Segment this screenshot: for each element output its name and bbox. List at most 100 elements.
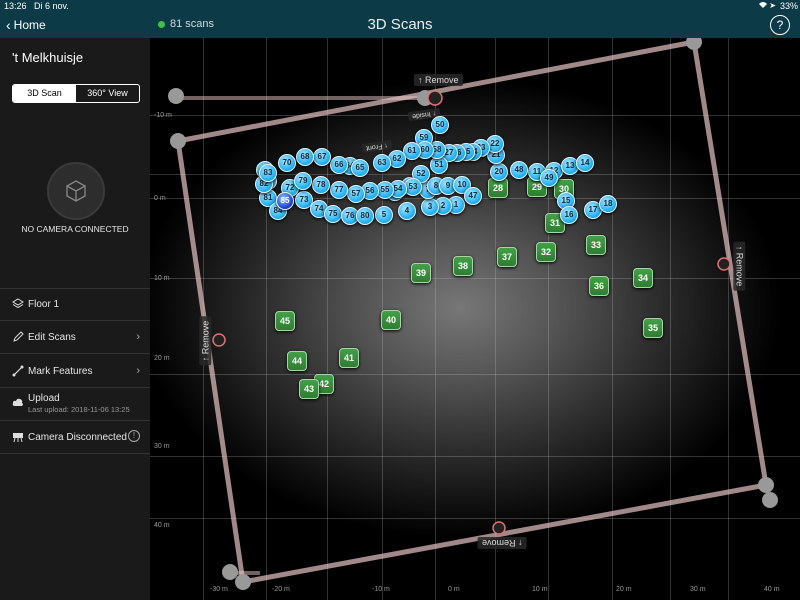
scan-marker-blue[interactable]: 67 — [313, 148, 331, 166]
scan-count-indicator: 81 scans — [158, 18, 214, 30]
view-toggle-360-view[interactable]: 360° View — [76, 85, 139, 102]
view-toggle-3d-scan[interactable]: 3D Scan — [13, 85, 76, 102]
scan-marker-green[interactable]: 41 — [339, 348, 359, 368]
edge-handle-icon[interactable] — [212, 333, 226, 347]
scan-marker-green[interactable]: 37 — [497, 247, 517, 267]
measure-icon — [12, 365, 24, 377]
last-upload-text: Last upload: 2018-11-06 13:25 — [28, 405, 130, 414]
edge-handle-icon[interactable] — [427, 90, 443, 106]
remove-right-edge-button[interactable]: ↑ Remove — [733, 241, 746, 291]
scan-marker-blue[interactable]: 16 — [560, 206, 578, 224]
remove-top-edge-button[interactable]: ↑ Remove — [414, 74, 463, 86]
scan-marker-blue[interactable]: 65 — [351, 159, 369, 177]
remove-label: Remove — [734, 252, 745, 287]
project-name: 't Melkhuisje — [12, 50, 84, 65]
scan-map-view[interactable]: -10 m0 m 10 m 20 m 30 m 40 m -30 m -20 m -10 m0… — [150, 38, 800, 600]
floor-label: Floor 1 — [28, 299, 60, 310]
scan-marker-green[interactable]: 36 — [589, 276, 609, 296]
camera-status-indicator — [47, 162, 105, 220]
upload-label: Upload — [28, 393, 60, 404]
navigation-bar: ‹ Home 81 scans 3D Scans ? — [0, 12, 800, 38]
scan-marker-blue[interactable]: 3 — [421, 198, 439, 216]
cloud-upload-icon — [12, 398, 23, 406]
scan-marker-selected[interactable]: 85 — [276, 192, 294, 210]
scan-marker-blue[interactable]: 83 — [259, 164, 277, 182]
scan-marker-green[interactable]: 39 — [411, 263, 431, 283]
status-time: 13:26 — [4, 1, 27, 11]
status-date: Di 6 nov. — [34, 1, 69, 11]
scan-marker-green[interactable]: 32 — [536, 242, 556, 262]
boundary-corner-handle[interactable] — [686, 38, 702, 50]
status-dot-icon — [158, 20, 165, 28]
status-bar: 13:26 Di 6 nov. ➤ 33% — [0, 0, 800, 12]
camera-status-text: NO CAMERA CONNECTED — [21, 224, 129, 234]
edge-handle-icon[interactable] — [492, 521, 506, 535]
scan-marker-blue[interactable]: 80 — [356, 207, 374, 225]
edge-handle-icon[interactable] — [717, 257, 731, 271]
chevron-right-icon: › — [136, 365, 140, 377]
scan-marker-blue[interactable]: 5 — [375, 206, 393, 224]
scan-marker-blue[interactable]: 18 — [599, 195, 617, 213]
layers-icon — [12, 298, 24, 309]
scan-marker-blue[interactable]: 50 — [431, 116, 449, 134]
scan-count: 81 scans — [170, 18, 215, 30]
scan-marker-green[interactable]: 45 — [275, 311, 295, 331]
boundary-corner-handle[interactable] — [762, 492, 778, 508]
remove-label: Remove — [200, 320, 211, 355]
boundary-corner-handle[interactable] — [758, 477, 774, 493]
scan-marker-green[interactable]: 40 — [381, 310, 401, 330]
home-label: Home — [13, 18, 46, 32]
boundary-corner-handle[interactable] — [235, 574, 251, 590]
front-label: Front — [365, 142, 383, 152]
sidebar: 't Melkhuisje 3D Scan 360° View NO CAMER… — [0, 38, 150, 600]
scan-marker-green[interactable]: 35 — [643, 318, 663, 338]
scan-marker-blue[interactable]: 66 — [330, 156, 348, 174]
scan-marker-green[interactable]: 34 — [633, 268, 653, 288]
scan-marker-blue[interactable]: 49 — [540, 169, 558, 187]
scan-marker-blue[interactable]: 68 — [296, 148, 314, 166]
scan-marker-green[interactable]: 33 — [586, 235, 606, 255]
battery-percent: 33% — [779, 1, 798, 11]
scan-marker-green[interactable]: 38 — [453, 256, 473, 276]
remove-label: Remove — [482, 538, 516, 548]
page-title: 3D Scans — [367, 16, 433, 33]
edit-scans-item[interactable]: Edit Scans › — [0, 320, 150, 353]
scan-marker-blue[interactable]: 79 — [294, 172, 312, 190]
edit-scans-label: Edit Scans — [28, 332, 76, 343]
inside-label: Inside — [411, 110, 432, 120]
scan-marker-green[interactable]: 44 — [287, 351, 307, 371]
remove-left-edge-button[interactable]: ↑ Remove — [199, 316, 212, 366]
pencil-icon — [13, 331, 24, 342]
scan-marker-blue[interactable]: 63 — [373, 154, 391, 172]
scan-marker-blue[interactable]: 48 — [510, 161, 528, 179]
camera-rig-icon — [13, 433, 23, 443]
scan-marker-blue[interactable]: 20 — [490, 163, 508, 181]
home-back-button[interactable]: ‹ Home — [6, 17, 46, 33]
mark-features-item[interactable]: Mark Features › — [0, 353, 150, 387]
scan-boundary — [168, 38, 778, 590]
help-button[interactable]: ? — [770, 15, 790, 35]
scan-marker-blue[interactable]: 75 — [324, 205, 342, 223]
chevron-right-icon: › — [136, 331, 140, 343]
upload-item[interactable]: Upload Last upload: 2018-11-06 13:25 — [0, 387, 150, 420]
chevron-left-icon: ‹ — [6, 17, 11, 33]
scan-marker-blue[interactable]: 77 — [330, 181, 348, 199]
camera-disconnected-item[interactable]: Camera Disconnected ! — [0, 420, 150, 454]
cube-icon — [66, 180, 86, 202]
location-icon: ➤ — [769, 1, 776, 10]
scan-marker-blue[interactable]: 14 — [576, 154, 594, 172]
remove-bottom-edge-button[interactable]: ↑ Remove — [478, 537, 527, 549]
scan-marker-green[interactable]: 43 — [299, 379, 319, 399]
floor-selector[interactable]: Floor 1 — [0, 288, 150, 320]
boundary-corner-handle[interactable] — [170, 133, 186, 149]
boundary-corner-handle[interactable] — [168, 88, 184, 104]
wifi-icon — [758, 1, 768, 11]
scan-marker-blue[interactable]: 78 — [312, 176, 330, 194]
scan-marker-blue[interactable]: 4 — [398, 202, 416, 220]
boundary-corner-handle[interactable] — [222, 564, 238, 580]
info-icon[interactable]: ! — [128, 430, 140, 442]
scan-marker-blue[interactable]: 70 — [278, 154, 296, 172]
scan-marker-green[interactable]: 28 — [488, 178, 508, 198]
scan-marker-blue[interactable]: 47 — [464, 187, 482, 205]
scan-marker-blue[interactable]: 57 — [347, 185, 365, 203]
